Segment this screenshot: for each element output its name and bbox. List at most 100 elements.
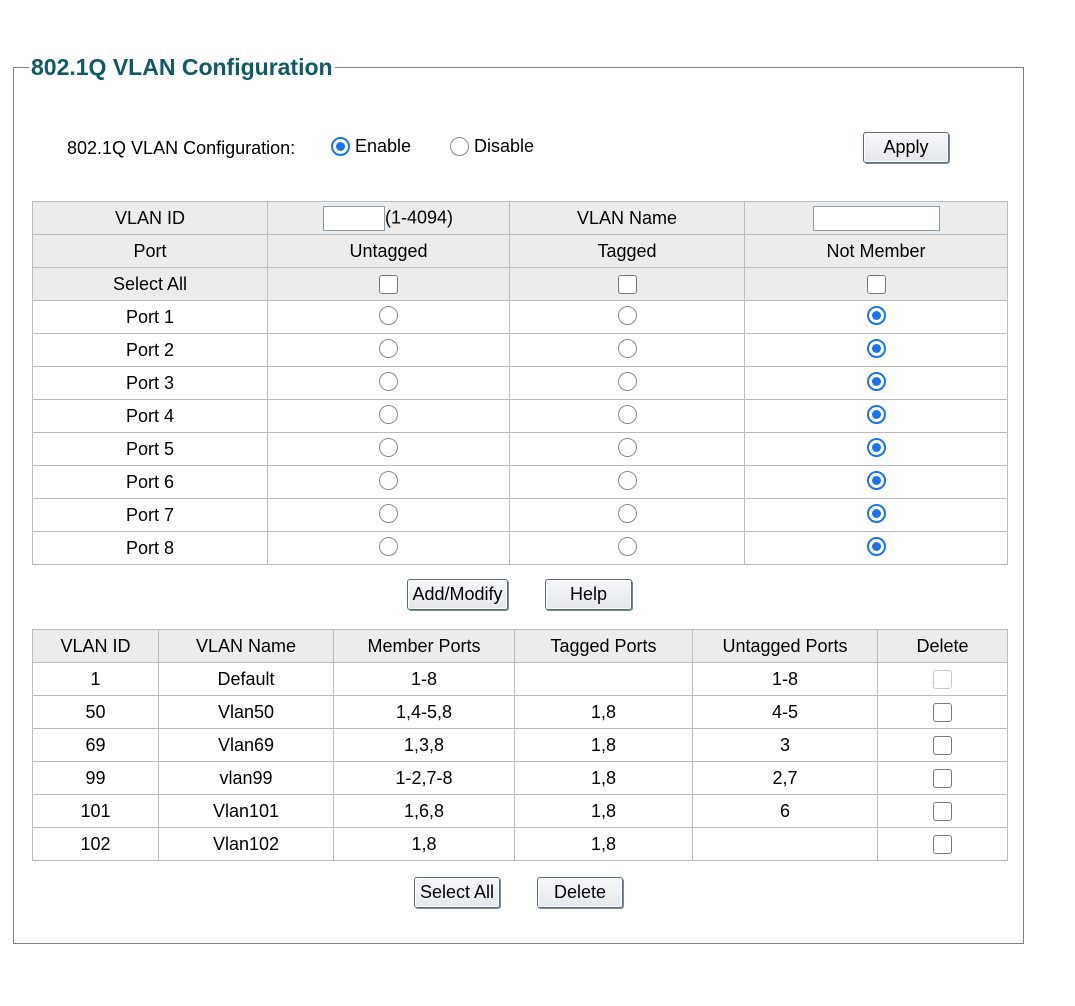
port-not-member-radio[interactable] (866, 305, 886, 325)
port-row: Port 2 (32, 333, 1008, 367)
vlan-id-label: VLAN ID (32, 201, 268, 235)
vlan-port-form: VLAN ID (1-4094) VLAN Name Port Untagged… (32, 201, 1008, 565)
enable-radio-option[interactable]: Enable (331, 135, 411, 157)
vlan-id-row: VLAN ID (1-4094) VLAN Name (32, 201, 1008, 235)
apply-button[interactable]: Apply (863, 132, 949, 163)
not-member-header: Not Member (744, 234, 1008, 268)
port-not-member-radio[interactable] (866, 371, 886, 391)
vlan-name-label: VLAN Name (509, 201, 745, 235)
port-name: Port 7 (32, 498, 268, 532)
enable-radio[interactable] (331, 136, 350, 156)
vlan-id: 1 (32, 662, 159, 696)
port-header: Port (32, 234, 268, 268)
untagged-ports: 1-8 (692, 662, 878, 696)
untagged-ports: 2,7 (692, 761, 878, 795)
port-untagged-radio[interactable] (379, 371, 398, 391)
disable-radio[interactable] (450, 136, 469, 156)
vlan-id-input[interactable] (323, 205, 385, 231)
vlan-config-label: 802.1Q VLAN Configuration: (67, 138, 296, 158)
port-not-member-radio[interactable] (866, 404, 886, 424)
help-button[interactable]: Help (545, 579, 632, 610)
port-tagged-radio[interactable] (617, 404, 637, 424)
vlan-list-header-row: VLAN ID VLAN Name Member Ports Tagged Po… (32, 629, 1008, 663)
port-name: Port 8 (32, 531, 268, 565)
member-ports: 1-8 (333, 662, 515, 696)
table-row: 50 Vlan50 1,4-5,8 1,8 4-5 (32, 695, 1008, 729)
port-name: Port 4 (32, 399, 268, 433)
port-untagged-radio[interactable] (379, 305, 398, 325)
vlan-list-table: VLAN ID VLAN Name Member Ports Tagged Po… (32, 629, 1008, 861)
vlan-id: 50 (32, 695, 159, 729)
tagged-ports: 1,8 (514, 827, 693, 861)
port-untagged-radio[interactable] (379, 404, 398, 424)
vlan-id-range: (1-4094) (385, 206, 454, 227)
port-tagged-radio[interactable] (617, 470, 637, 490)
port-tagged-radio[interactable] (617, 503, 637, 523)
vlan-name: Vlan50 (158, 695, 334, 729)
col-delete: Delete (877, 629, 1008, 663)
select-all-tagged-checkbox[interactable] (617, 275, 637, 295)
vlan-id-cell: (1-4094) (267, 201, 510, 235)
select-all-button[interactable]: Select All (414, 877, 500, 908)
port-name: Port 3 (32, 366, 268, 400)
port-untagged-radio[interactable] (379, 503, 398, 523)
select-all-untagged-checkbox[interactable] (379, 275, 398, 295)
vlan-name: Default (158, 662, 334, 696)
disable-label: Disable (474, 136, 535, 156)
vlan-name: Vlan101 (158, 794, 334, 828)
delete-checkbox[interactable] (933, 802, 952, 822)
tagged-ports: 1,8 (514, 794, 693, 828)
col-vlan-name: VLAN Name (158, 629, 334, 663)
vlan-name: Vlan102 (158, 827, 334, 861)
tagged-ports: 1,8 (514, 695, 693, 729)
col-member-ports: Member Ports (333, 629, 515, 663)
port-untagged-radio[interactable] (379, 338, 398, 358)
port-untagged-radio[interactable] (379, 536, 398, 556)
port-not-member-radio[interactable] (866, 536, 886, 556)
port-not-member-radio[interactable] (866, 437, 886, 457)
table-row: 102 Vlan102 1,8 1,8 (32, 827, 1008, 861)
port-not-member-radio[interactable] (866, 470, 886, 490)
port-not-member-radio[interactable] (866, 503, 886, 523)
delete-checkbox[interactable] (933, 703, 952, 723)
delete-button[interactable]: Delete (537, 877, 623, 908)
member-ports: 1,6,8 (333, 794, 515, 828)
delete-checkbox[interactable] (933, 736, 952, 756)
untagged-ports: 6 (692, 794, 878, 828)
select-all-row: Select All (32, 267, 1008, 301)
port-untagged-radio[interactable] (379, 470, 398, 490)
col-vlan-id: VLAN ID (32, 629, 159, 663)
port-untagged-radio[interactable] (379, 437, 398, 457)
enable-label: Enable (355, 136, 412, 156)
delete-checkbox (933, 670, 952, 690)
delete-checkbox[interactable] (933, 835, 952, 855)
untagged-header: Untagged (267, 234, 510, 268)
port-tagged-radio[interactable] (617, 371, 637, 391)
vlan-name-cell (744, 201, 1008, 235)
delete-checkbox[interactable] (933, 769, 952, 789)
port-name: Port 5 (32, 432, 268, 466)
page-title: 802.1Q VLAN Configuration (29, 53, 335, 81)
port-row: Port 4 (32, 399, 1008, 433)
port-row: Port 3 (32, 366, 1008, 400)
port-tagged-radio[interactable] (617, 437, 637, 457)
vlan-id: 69 (32, 728, 159, 762)
select-all-not-member-checkbox[interactable] (866, 275, 886, 295)
tagged-ports: 1,8 (514, 728, 693, 762)
vlan-id: 101 (32, 794, 159, 828)
port-name: Port 2 (32, 333, 268, 367)
port-not-member-radio[interactable] (866, 338, 886, 358)
port-name: Port 1 (32, 300, 268, 334)
port-row: Port 8 (32, 531, 1008, 565)
add-modify-button[interactable]: Add/Modify (407, 579, 508, 610)
vlan-name: vlan99 (158, 761, 334, 795)
port-tagged-radio[interactable] (617, 536, 637, 556)
disable-radio-option[interactable]: Disable (450, 135, 534, 157)
tagged-ports (514, 662, 693, 696)
port-tagged-radio[interactable] (617, 338, 637, 358)
vlan-name: Vlan69 (158, 728, 334, 762)
vlan-name-input[interactable] (812, 205, 940, 231)
table-row: 99 vlan99 1-2,7-8 1,8 2,7 (32, 761, 1008, 795)
select-all-label: Select All (32, 267, 268, 301)
port-tagged-radio[interactable] (617, 305, 637, 325)
